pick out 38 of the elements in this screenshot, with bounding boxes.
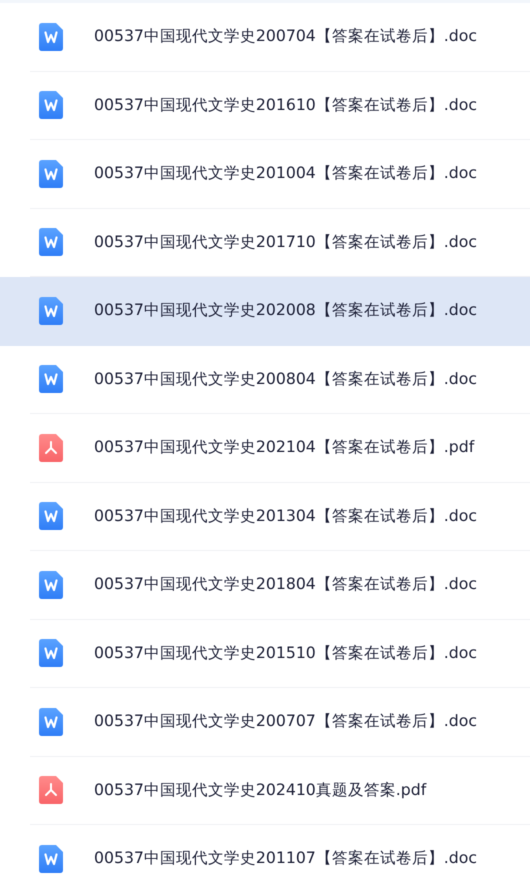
file-name: 00537中国现代文学史201004【答案在试卷后】.doc: [94, 163, 477, 184]
pdf-document-icon: [39, 776, 63, 804]
pdf-document-icon: [39, 434, 63, 462]
file-row[interactable]: 00537中国现代文学史200804【答案在试卷后】.doc: [0, 346, 530, 414]
word-document-icon: [39, 365, 63, 394]
file-name: 00537中国现代文学史200707【答案在试卷后】.doc: [94, 711, 477, 732]
file-name: 00537中国现代文学史201510【答案在试卷后】.doc: [94, 642, 477, 664]
file-name: 00537中国现代文学史202104【答案在试卷后】.pdf: [94, 437, 474, 458]
word-document-icon: [39, 22, 63, 51]
file-name: 00537中国现代文学史201610【答案在试卷后】.doc: [94, 94, 477, 116]
word-document-icon: [39, 844, 63, 873]
word-document-icon: [39, 502, 63, 530]
word-document-icon: [39, 91, 63, 120]
file-name: 00537中国现代文学史201107【答案在试卷后】.doc: [94, 848, 477, 870]
file-row[interactable]: 00537中国现代文学史201610【答案在试卷后】.doc: [0, 72, 530, 140]
file-row[interactable]: 00537中国现代文学史202410真题及答案.pdf: [0, 756, 530, 825]
word-document-icon: [39, 570, 63, 599]
file-name: 00537中国现代文学史202008【答案在试卷后】.doc: [94, 300, 477, 322]
file-name: 00537中国现代文学史200704【答案在试卷后】.doc: [94, 26, 477, 48]
file-name: 00537中国现代文学史201710【答案在试卷后】.doc: [94, 232, 477, 253]
word-document-icon: [39, 708, 63, 736]
file-name: 00537中国现代文学史200804【答案在试卷后】.doc: [94, 368, 477, 390]
file-row[interactable]: 00537中国现代文学史201804【答案在试卷后】.doc: [0, 551, 530, 620]
file-name: 00537中国现代文学史202410真题及答案.pdf: [94, 780, 426, 801]
word-document-icon: [39, 160, 63, 188]
word-document-icon: [39, 228, 63, 256]
file-row[interactable]: 00537中国现代文学史202104【答案在试卷后】.pdf: [0, 414, 530, 482]
file-row[interactable]: 00537中国现代文学史200707【答案在试卷后】.doc: [0, 688, 530, 756]
file-row[interactable]: 00537中国现代文学史202008【答案在试卷后】.doc: [0, 277, 530, 346]
file-name: 00537中国现代文学史201304【答案在试卷后】.doc: [94, 506, 477, 527]
file-row[interactable]: 00537中国现代文学史201304【答案在试卷后】.doc: [0, 482, 530, 551]
file-row[interactable]: 00537中国现代文学史201107【答案在试卷后】.doc: [0, 825, 530, 888]
file-row[interactable]: 00537中国现代文学史201510【答案在试卷后】.doc: [0, 620, 530, 688]
file-name: 00537中国现代文学史201804【答案在试卷后】.doc: [94, 574, 477, 596]
word-document-icon: [39, 639, 63, 668]
word-document-icon: [39, 296, 63, 325]
file-row[interactable]: 00537中国现代文学史201004【答案在试卷后】.doc: [0, 140, 530, 208]
file-row[interactable]: 00537中国现代文学史200704【答案在试卷后】.doc: [0, 3, 530, 72]
